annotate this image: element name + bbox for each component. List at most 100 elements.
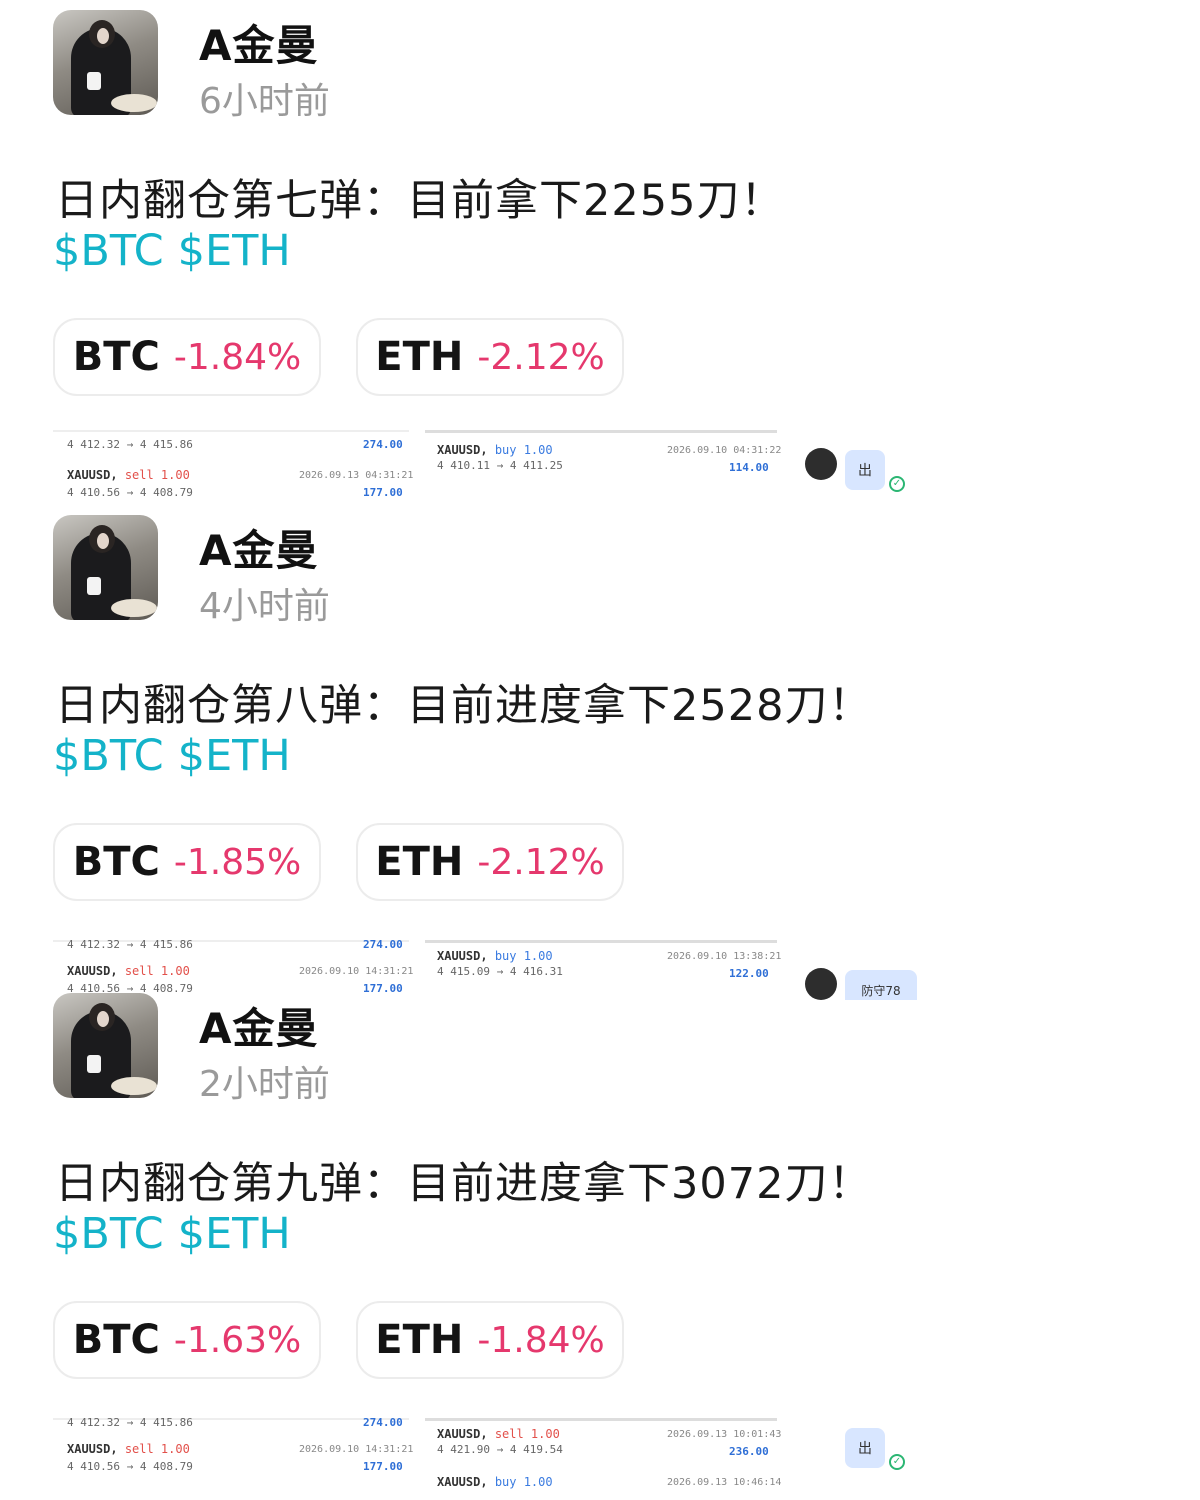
author-name[interactable]: A金曼 [199, 995, 319, 1056]
ticker-symbol: BTC [72, 334, 160, 380]
post-tags: $BTC $ETH [53, 731, 305, 781]
post-text: 日内翻仓第八弹：目前进度拿下2528刀！ [55, 681, 873, 731]
trade-profit: 177.00 [363, 982, 403, 995]
ticker-pill-eth[interactable]: ETH -2.12% [356, 823, 624, 901]
avatar-plate [111, 599, 157, 617]
post-time: 6小时前 [199, 81, 330, 122]
ticker-change: -1.84% [173, 336, 302, 378]
trade-symbol-name: XAUUSD, [437, 1475, 488, 1489]
trade-screenshot-left[interactable]: 4 412.32 → 4 415.86 274.00 XAUUSD, sell … [53, 940, 413, 1000]
trade-symbol-name: XAUUSD, [437, 1427, 488, 1441]
post-time: 4小时前 [199, 586, 330, 627]
avatar-cup [87, 577, 101, 595]
trade-symbol-name: XAUUSD, [67, 468, 118, 482]
author-avatar[interactable] [53, 10, 158, 115]
trade-symbol: XAUUSD, sell 1.00 [67, 964, 190, 978]
trade-symbol: XAUUSD, sell 1.00 [67, 1442, 190, 1456]
trade-profit: 177.00 [363, 486, 403, 499]
tag-eth[interactable]: $ETH [178, 226, 291, 276]
tag-btc[interactable]: $BTC [53, 1209, 164, 1259]
trade-symbol-name: XAUUSD, [67, 1442, 118, 1456]
ticker-change: -2.12% [477, 841, 605, 883]
trade-screenshot-left[interactable]: 4 412.32 → 4 415.86 274.00 XAUUSD, sell … [53, 430, 413, 500]
trade-price-range: 4 410.11 → 4 411.25 [437, 459, 563, 472]
ticker-symbol: ETH [375, 334, 464, 380]
trade-symbol-name: XAUUSD, [67, 964, 118, 978]
tag-btc[interactable]: $BTC [53, 226, 164, 276]
image-preview-strip[interactable]: 4 412.32 → 4 415.86 274.00 XAUUSD, sell … [53, 1418, 973, 1500]
avatar-face [97, 533, 109, 549]
post-tags: $BTC $ETH [53, 226, 305, 276]
post-text: 日内翻仓第七弹：目前拿下2255刀！ [55, 176, 785, 226]
chat-bubble: 防守78 [845, 970, 917, 1000]
trade-price-range: 4 410.56 → 4 408.79 [67, 1460, 193, 1473]
trade-screenshot-middle[interactable]: XAUUSD, buy 1.00 2026.09.10 04:31:22 4 4… [425, 430, 781, 500]
ticker-pill-btc[interactable]: BTC -1.85% [53, 823, 321, 901]
trade-price-range: 4 412.32 → 4 415.86 [67, 438, 193, 451]
trade-symbol-name: XAUUSD, [437, 949, 488, 963]
author-avatar[interactable] [53, 993, 158, 1098]
tag-eth[interactable]: $ETH [178, 1209, 291, 1259]
ticker-pill-btc[interactable]: BTC -1.63% [53, 1301, 321, 1379]
ticker-change: -2.12% [477, 336, 605, 378]
post-text: 日内翻仓第九弹：目前进度拿下3072刀！ [55, 1159, 873, 1209]
trade-symbol-name: XAUUSD, [437, 443, 488, 457]
trade-price-range: 4 415.09 → 4 416.31 [437, 965, 563, 978]
trade-date: 2026.09.10 04:31:22 [667, 445, 782, 456]
avatar-plate [111, 94, 157, 112]
chat-bubble: 出 [845, 1428, 885, 1468]
trade-date: 2026.09.13 10:01:43 [667, 1429, 782, 1440]
avatar-face [97, 28, 109, 44]
trade-symbol: XAUUSD, buy 1.00 [437, 1475, 553, 1489]
avatar-face [97, 1011, 109, 1027]
avatar-cup [87, 1055, 101, 1073]
ticker-symbol: ETH [375, 839, 464, 885]
trade-profit: 274.00 [363, 438, 403, 451]
chat-screenshot[interactable]: 出 ✓ [805, 448, 955, 500]
chat-screenshot[interactable]: 防守78 [805, 968, 955, 1000]
ticker-pill-btc[interactable]: BTC -1.84% [53, 318, 321, 396]
trade-profit: 177.00 [363, 1460, 403, 1473]
trade-symbol: XAUUSD, buy 1.00 [437, 443, 553, 457]
author-name[interactable]: A金曼 [199, 12, 319, 73]
tag-eth[interactable]: $ETH [178, 731, 291, 781]
tag-btc[interactable]: $BTC [53, 731, 164, 781]
check-icon: ✓ [889, 476, 905, 492]
trade-side: buy 1.00 [494, 1475, 553, 1489]
ticker-change: -1.63% [173, 1319, 302, 1361]
image-preview-strip[interactable]: 4 412.32 → 4 415.86 274.00 XAUUSD, sell … [53, 940, 973, 1000]
trade-date: 2026.09.10 14:31:21 [299, 1444, 414, 1455]
trade-screenshot-left[interactable]: 4 412.32 → 4 415.86 274.00 XAUUSD, sell … [53, 1418, 413, 1500]
check-icon: ✓ [889, 1454, 905, 1470]
author-name[interactable]: A金曼 [199, 517, 319, 578]
trade-date: 2026.09.10 14:31:21 [299, 966, 414, 977]
trade-profit: 114.00 [729, 461, 769, 474]
trade-profit: 274.00 [363, 1418, 403, 1429]
trade-symbol: XAUUSD, sell 1.00 [67, 468, 190, 482]
trade-screenshot-middle[interactable]: XAUUSD, buy 1.00 2026.09.10 13:38:21 4 4… [425, 940, 781, 1000]
post-time: 2小时前 [199, 1064, 330, 1105]
trade-symbol: XAUUSD, sell 1.00 [437, 1427, 560, 1441]
trade-screenshot-middle[interactable]: XAUUSD, sell 1.00 2026.09.13 10:01:43 4 … [425, 1418, 781, 1500]
author-avatar[interactable] [53, 515, 158, 620]
ticker-change: -1.84% [477, 1319, 605, 1361]
chat-bubble: 出 [845, 450, 885, 490]
trade-profit: 274.00 [363, 940, 403, 951]
trade-profit: 122.00 [729, 967, 769, 980]
trade-side: sell 1.00 [494, 1427, 560, 1441]
image-preview-strip[interactable]: 4 412.32 → 4 415.86 274.00 XAUUSD, sell … [53, 430, 973, 500]
ticker-symbol: BTC [72, 839, 160, 885]
trade-side: sell 1.00 [124, 468, 190, 482]
trade-side: buy 1.00 [494, 443, 553, 457]
trade-date: 2026.09.13 04:31:21 [299, 470, 414, 481]
chat-avatar [805, 968, 837, 1000]
chat-screenshot[interactable]: 出 ✓ [805, 1428, 955, 1480]
trade-side: buy 1.00 [494, 949, 553, 963]
avatar-plate [111, 1077, 157, 1095]
ticker-pill-eth[interactable]: ETH -2.12% [356, 318, 624, 396]
chat-avatar [805, 448, 837, 480]
trade-price-range: 4 412.32 → 4 415.86 [67, 1418, 193, 1429]
ticker-pill-eth[interactable]: ETH -1.84% [356, 1301, 624, 1379]
trade-date: 2026.09.13 10:46:14 [667, 1477, 782, 1488]
trade-price-range: 4 421.90 → 4 419.54 [437, 1443, 563, 1456]
